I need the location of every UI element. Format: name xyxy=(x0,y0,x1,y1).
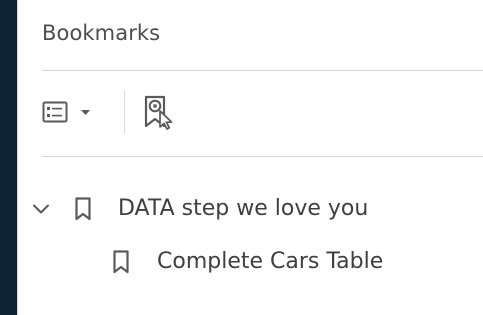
toolbar-bottom-divider xyxy=(42,156,483,157)
chevron-down-icon[interactable] xyxy=(30,198,52,220)
bookmark-tree: DATA step we love you Complete Cars Tabl… xyxy=(18,182,483,288)
bookmark-label: Complete Cars Table xyxy=(157,249,384,274)
bookmark-options-button[interactable] xyxy=(42,91,120,133)
app-window: Bookmarks DATA step we love you Complete… xyxy=(0,0,483,315)
bookmark-icon xyxy=(110,249,132,275)
bookmarks-toolbar xyxy=(42,91,174,133)
bookmark-item[interactable]: DATA step we love you xyxy=(18,182,483,235)
bookmark-label: DATA step we love you xyxy=(118,196,369,221)
bookmark-icon xyxy=(72,196,94,222)
bookmarks-panel: Bookmarks DATA step we love you Complete… xyxy=(17,0,483,315)
toolbar-divider xyxy=(124,91,125,133)
find-current-bookmark-icon xyxy=(144,95,173,130)
header-divider xyxy=(42,70,483,71)
find-current-bookmark-button[interactable] xyxy=(140,91,174,133)
list-options-icon xyxy=(42,101,68,123)
caret-down-icon xyxy=(81,110,90,115)
panel-title: Bookmarks xyxy=(42,21,161,45)
bookmark-child-item[interactable]: Complete Cars Table xyxy=(18,235,483,288)
